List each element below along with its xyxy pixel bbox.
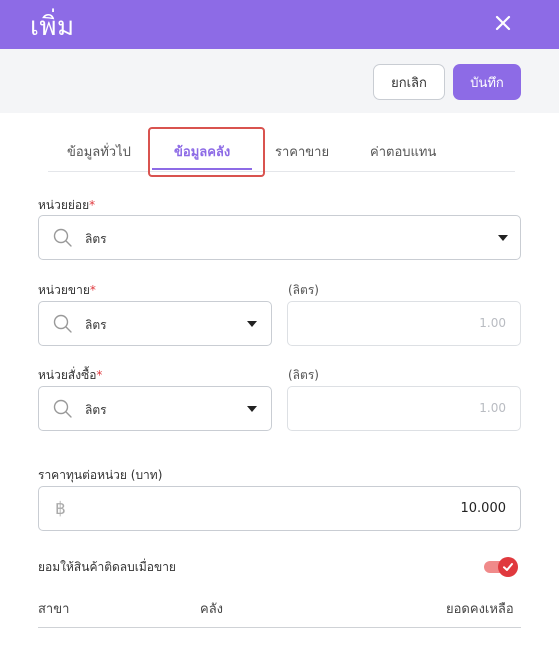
search-icon: [53, 228, 72, 247]
column-header-balance: ยอดคงเหลือ: [446, 602, 514, 617]
tab-bar: ข้อมูลทั่วไป ข้อมูลคลัง ราคาขาย ค่าตอบแท…: [48, 125, 515, 172]
modal-header: เพิ่ม: [0, 0, 559, 49]
sale-unit-value: ลิตร: [85, 318, 107, 332]
cancel-button[interactable]: ยกเลิก: [373, 64, 445, 100]
check-icon: [503, 563, 513, 571]
sale-unit-label-text: หน่วยขาย: [38, 283, 90, 297]
search-icon: [53, 399, 72, 418]
toggle-knob: [498, 557, 518, 577]
tab-commission[interactable]: ค่าตอบแทน: [370, 141, 436, 162]
sale-unit-label: หน่วยขาย*: [38, 281, 96, 300]
order-unit-value: ลิตร: [85, 403, 107, 417]
sub-unit-label-text: หน่วยย่อย: [38, 198, 90, 212]
sale-unit-ratio-label: (ลิตร): [288, 283, 319, 297]
sub-unit-label: หน่วยย่อย*: [38, 196, 95, 215]
search-icon: [53, 314, 72, 333]
required-mark: *: [96, 368, 103, 382]
cost-per-unit-input[interactable]: ฿ 10.000: [38, 486, 521, 531]
column-header-branch: สาขา: [38, 602, 70, 617]
action-bar: ยกเลิก บันทึก: [0, 49, 559, 113]
chevron-down-icon[interactable]: [247, 321, 257, 327]
tab-inventory-info[interactable]: ข้อมูลคลัง: [174, 141, 230, 162]
chevron-down-icon[interactable]: [247, 406, 257, 412]
active-tab-indicator: [152, 168, 252, 170]
modal-title: เพิ่ม: [30, 12, 75, 42]
baht-icon: ฿: [55, 499, 66, 519]
required-mark: *: [89, 198, 96, 212]
sale-unit-ratio-value: 1.00: [479, 316, 506, 330]
close-icon[interactable]: [490, 10, 516, 36]
table-divider: [38, 627, 521, 628]
cost-per-unit-label: ราคาทุนต่อหน่วย (บาท): [38, 468, 163, 482]
sub-unit-select[interactable]: ลิตร: [38, 215, 521, 260]
chevron-down-icon[interactable]: [498, 235, 508, 241]
sub-unit-value: ลิตร: [85, 232, 107, 246]
sale-unit-select[interactable]: ลิตร: [38, 301, 272, 346]
allow-negative-toggle[interactable]: [484, 557, 518, 577]
close-button[interactable]: [490, 10, 516, 36]
order-unit-ratio-label: (ลิตร): [288, 368, 319, 382]
sale-unit-ratio-input[interactable]: 1.00: [287, 301, 521, 346]
required-mark: *: [89, 283, 96, 297]
allow-negative-label: ยอมให้สินค้าติดลบเมื่อขาย: [38, 560, 176, 574]
order-unit-ratio-value: 1.00: [479, 401, 506, 415]
order-unit-ratio-input[interactable]: 1.00: [287, 386, 521, 431]
order-unit-label: หน่วยสั่งซื้อ*: [38, 366, 102, 385]
order-unit-label-text: หน่วยสั่งซื้อ: [38, 368, 97, 382]
tab-selling-price[interactable]: ราคาขาย: [275, 141, 329, 162]
cost-per-unit-value: 10.000: [460, 501, 507, 516]
order-unit-select[interactable]: ลิตร: [38, 386, 272, 431]
column-header-warehouse: คลัง: [200, 602, 224, 617]
tab-general-info[interactable]: ข้อมูลทั่วไป: [67, 141, 131, 162]
save-button[interactable]: บันทึก: [453, 64, 521, 100]
